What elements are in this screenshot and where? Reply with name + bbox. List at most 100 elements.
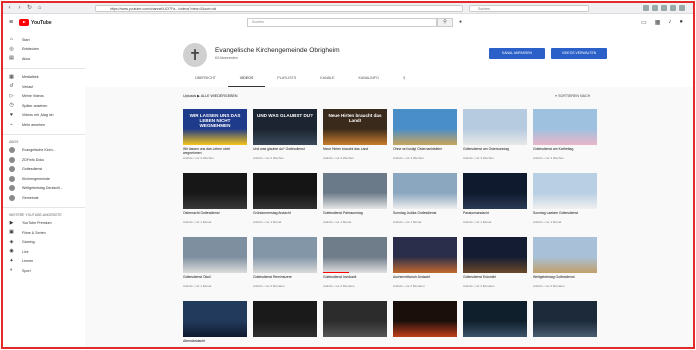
address-bar[interactable]: https://www.youtube.com/channel/UCf7Fa..… [95,5,463,12]
video-card[interactable]: WIR LASSEN UNS DAS LEBEN NICHT WEGNEHMEN… [183,109,247,169]
video-card[interactable]: Gottesdienst am Ostersonntag Aufrufe • vo… [463,109,527,169]
video-card[interactable]: Neue Hirten braucht das Land! Neue Hirten… [323,109,387,169]
sidebar-item[interactable]: ◈ Gaming [3,238,85,248]
video-title[interactable]: Sonntag Judika Gottesdienst [393,211,457,219]
home-browser-icon[interactable]: ⌂ [36,5,43,12]
uploads-heading[interactable]: Uploads ▶ ALLE WIEDERGEBEN [183,94,238,98]
extension-icon[interactable] [643,5,649,11]
video-title[interactable]: Ohne sei lustig! Osternachtsfeier [393,147,457,155]
extension-icon[interactable] [661,5,667,11]
video-title[interactable]: Gottesdienst Palmsonntag [323,211,387,219]
sidebar-item[interactable]: ♥ Videos mit „Mag ich [3,111,85,121]
sidebar-item[interactable]: Evangelische Kirch... [3,146,85,156]
extension-icon[interactable] [652,5,658,11]
video-thumbnail[interactable] [533,109,597,145]
video-thumbnail[interactable] [323,173,387,209]
video-title[interactable]: Abendandacht [183,339,247,347]
video-title[interactable] [253,339,317,347]
video-thumbnail[interactable] [463,173,527,209]
video-title[interactable]: Gründonnerstag Andacht [253,211,317,219]
browser-search-field[interactable]: Suchen [469,5,589,12]
video-card[interactable]: Passionsandacht Aufrufe • vor 1 Monat [463,173,527,233]
video-card[interactable]: Abendandacht [183,301,247,347]
video-title[interactable]: Weltgebetstag Gottesdienst [533,275,597,283]
sidebar-item[interactable]: Gottesdienst [3,165,85,175]
video-card[interactable] [393,301,457,347]
sidebar-item[interactable]: ◎ Entdecken [3,45,85,55]
extension-icon[interactable] [670,5,676,11]
video-title[interactable] [463,339,527,347]
youtube-logo[interactable]: YouTube [19,19,52,26]
video-title[interactable]: Gottesdienst Invokavit [323,275,387,283]
apps-icon[interactable]: ▦ [655,19,661,26]
video-card[interactable]: Gottesdienst Estomihi Aufrufe • vor 2 Mon… [463,237,527,297]
video-title[interactable] [533,339,597,347]
video-title[interactable] [393,339,457,347]
video-title[interactable]: Wir lassen uns das Leben nicht wegnehmen [183,147,247,155]
microphone-icon[interactable]: ● [459,19,462,25]
video-thumbnail[interactable]: Neue Hirten braucht das Land! [323,109,387,145]
sidebar-item[interactable]: ZDFinfo Doku [3,155,85,165]
hamburger-menu-icon[interactable]: ≡ [9,19,13,26]
video-card[interactable]: Ohne sei lustig! Osternachtsfeier Aufrufe… [393,109,457,169]
tab-videos[interactable]: Videos [227,72,266,87]
video-thumbnail[interactable] [393,173,457,209]
video-thumbnail[interactable] [253,237,317,273]
video-title[interactable]: Aschermittwoch Andacht [393,275,457,283]
sidebar-item[interactable]: ▤ Abos [3,54,85,64]
video-card[interactable] [323,301,387,347]
video-thumbnail[interactable]: WIR LASSEN UNS DAS LEBEN NICHT WEGNEHMEN [183,109,247,145]
video-card[interactable] [533,301,597,347]
video-card[interactable]: Sonntag Laetare Gottesdienst Aufrufe • vo… [533,173,597,233]
forward-icon[interactable]: › [16,5,23,12]
video-card[interactable] [463,301,527,347]
video-title[interactable]: Passionsandacht [463,211,527,219]
video-thumbnail[interactable] [463,109,527,145]
search-button[interactable]: ⚲ [437,18,453,27]
video-card[interactable]: Gottesdienst Invokavit Aufrufe • vor 2 Mo… [323,237,387,297]
video-title[interactable]: Gottesdienst Estomihi [463,275,527,283]
video-card[interactable]: Weltgebetstag Gottesdienst Aufrufe • vor … [533,237,597,297]
video-thumbnail[interactable] [183,301,247,337]
sidebar-item[interactable]: ✦ Lernen [3,257,85,267]
sidebar-item[interactable]: ⌂ Start [3,35,85,45]
video-thumbnail[interactable] [183,237,247,273]
sidebar-item[interactable]: ↺ Verlauf [3,82,85,92]
video-card[interactable]: Gottesdienst Okuli Aufrufe • vor 1 Monat [183,237,247,297]
video-thumbnail[interactable] [253,301,317,337]
sidebar-item[interactable]: Gemeinde [3,193,85,203]
manage-videos-button[interactable]: VIDEOS VERWALTEN [551,48,607,59]
sidebar-item[interactable]: Kirchengemeinde [3,174,85,184]
sidebar-item[interactable]: ◉ Live [3,247,85,257]
sidebar-item[interactable]: ▦ Mediathek [3,73,85,83]
tab-kanalinfo[interactable]: Kanalinfo [346,72,390,87]
video-title[interactable]: Gottesdienst Reminiszere [253,275,317,283]
video-thumbnail[interactable] [393,109,457,145]
video-title[interactable]: Gottesdienst am Karfreitag [533,147,597,155]
channel-avatar[interactable]: ✝ [183,43,207,67]
tab-playlists[interactable]: Playlists [265,72,308,87]
video-card[interactable]: Gottesdienst Reminiszere Aufrufe • vor 2 … [253,237,317,297]
create-video-icon[interactable]: ▭ [641,19,647,26]
video-title[interactable]: Neue Hirten braucht das Land [323,147,387,155]
channel-search-icon[interactable]: ⚲ [391,72,418,87]
video-thumbnail[interactable] [253,173,317,209]
video-thumbnail[interactable] [183,173,247,209]
video-thumbnail[interactable] [463,301,527,337]
video-card[interactable]: Gottesdienst Palmsonntag Aufrufe • vor 1 … [323,173,387,233]
reload-icon[interactable]: ↻ [26,5,33,12]
video-thumbnail[interactable]: UND WAS GLAUBST DU? [253,109,317,145]
menu-icon[interactable] [679,5,685,11]
video-title[interactable] [323,339,387,347]
video-title[interactable]: Osternacht Gottesdienst [183,211,247,219]
customize-channel-button[interactable]: KANAL ANPASSEN [489,48,545,59]
video-title[interactable]: Sonntag Laetare Gottesdienst [533,211,597,219]
video-thumbnail[interactable] [533,173,597,209]
sidebar-item[interactable]: ▷ Meine Videos [3,92,85,102]
back-icon[interactable]: ‹ [6,5,13,12]
sidebar-item[interactable]: Weltgebetstag Deutschl... [3,184,85,194]
video-card[interactable] [253,301,317,347]
search-input[interactable]: Suchen [247,18,437,27]
video-thumbnail[interactable] [393,301,457,337]
avatar[interactable]: ● [679,19,683,26]
